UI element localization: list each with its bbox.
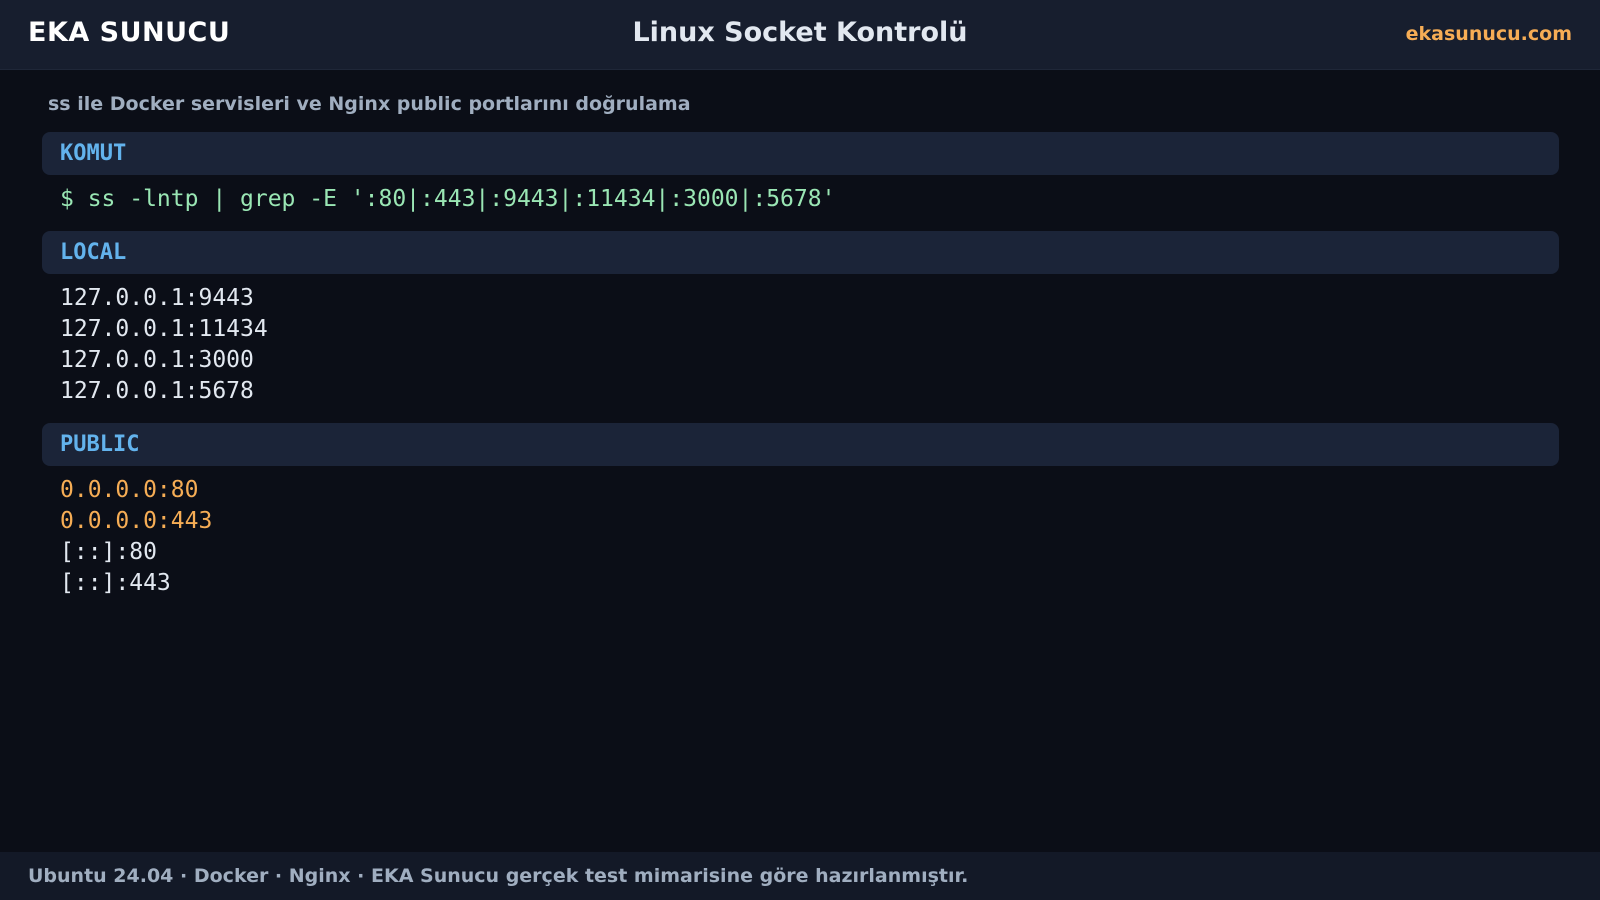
local-socket-item: 127.0.0.1:3000	[60, 347, 254, 373]
site-link[interactable]: ekasunucu.com	[1406, 23, 1572, 45]
public-socket-item: [::]:80	[60, 539, 157, 565]
section-title-public: PUBLIC	[60, 432, 140, 457]
section-title-local: LOCAL	[60, 240, 127, 265]
command-line: $ ss -lntp | grep -E ':80|:443|:9443|:11…	[60, 186, 836, 212]
public-socket-item: [::]:443	[60, 570, 171, 596]
local-socket-item: 127.0.0.1:9443	[60, 285, 254, 311]
section-header-command: KOMUT	[42, 132, 1559, 175]
local-socket-list: 127.0.0.1:9443 127.0.0.1:11434 127.0.0.1…	[60, 283, 268, 407]
top-bar: EKA SUNUCU Linux Socket Kontrolü ekasunu…	[0, 0, 1600, 70]
section-header-local: LOCAL	[42, 231, 1559, 274]
page-subtitle: ss ile Docker servisleri ve Nginx public…	[48, 93, 691, 115]
local-socket-item: 127.0.0.1:11434	[60, 316, 268, 342]
section-header-public: PUBLIC	[42, 423, 1559, 466]
footer-text: Ubuntu 24.04 · Docker · Nginx · EKA Sunu…	[28, 865, 969, 887]
public-socket-item: 0.0.0.0:80	[60, 477, 199, 503]
page-title: Linux Socket Kontrolü	[632, 17, 968, 48]
local-socket-item: 127.0.0.1:5678	[60, 378, 254, 404]
public-socket-list: 0.0.0.0:80 0.0.0.0:443 [::]:80 [::]:443	[60, 475, 212, 599]
public-socket-item: 0.0.0.0:443	[60, 508, 213, 534]
section-title-command: KOMUT	[60, 141, 127, 166]
footer-bar: Ubuntu 24.04 · Docker · Nginx · EKA Sunu…	[0, 852, 1600, 900]
command-block: $ ss -lntp | grep -E ':80|:443|:9443|:11…	[60, 184, 835, 215]
